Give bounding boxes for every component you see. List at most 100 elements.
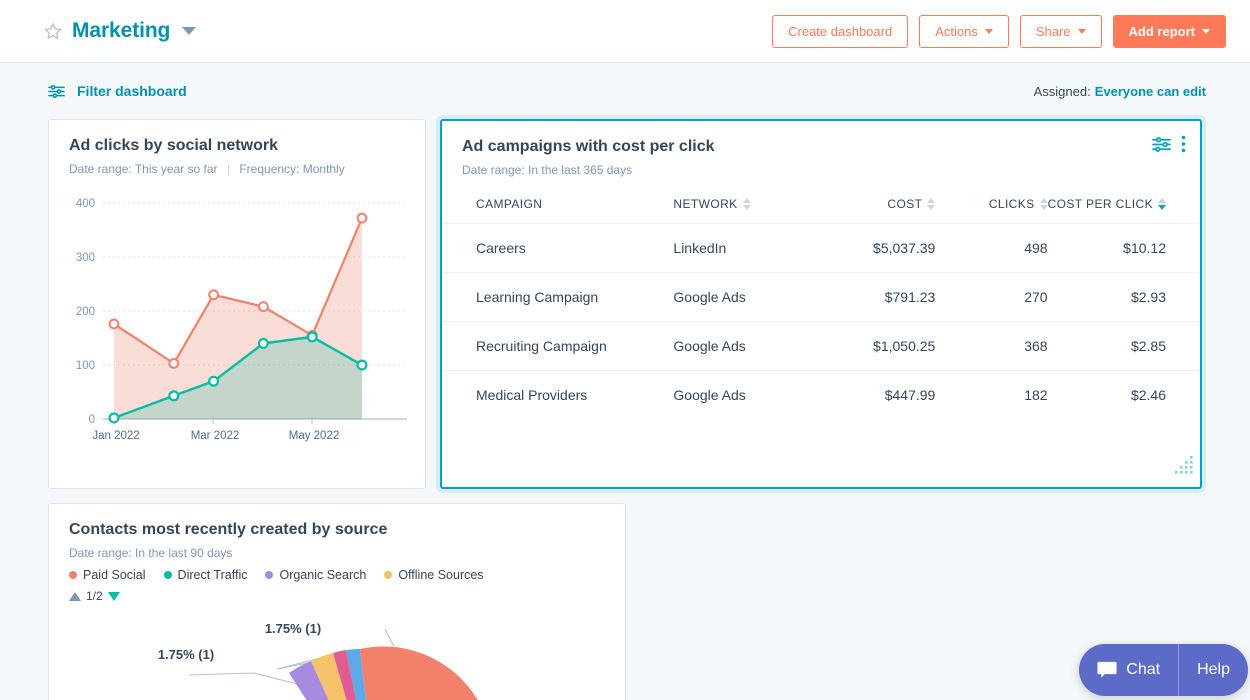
- svg-text:Jan 2022: Jan 2022: [92, 430, 139, 442]
- legend-label: Organic Search: [279, 568, 367, 582]
- cell-network: Google Ads: [673, 387, 746, 403]
- column-label: COST PER CLICK: [1047, 197, 1153, 211]
- pie-slice-paid-social: [360, 646, 478, 700]
- x-axis-labels: Jan 2022 Mar 2022 May 2022: [92, 430, 339, 442]
- table-row[interactable]: Medical Providers Google Ads $447.99 182…: [442, 371, 1200, 420]
- actions-button[interactable]: Actions: [919, 14, 1009, 48]
- card-toolbar: [1152, 135, 1186, 158]
- svg-text:100: 100: [76, 360, 95, 372]
- pie-slices: [289, 646, 478, 700]
- cell-network: Google Ads: [673, 321, 816, 371]
- add-report-label: Add report: [1128, 23, 1195, 39]
- legend-page-indicator: 1/2: [86, 589, 103, 603]
- star-outline-icon[interactable]: [44, 22, 62, 40]
- share-label: Share: [1035, 23, 1071, 39]
- legend-pagination: 1/2: [69, 589, 605, 603]
- card-title: Contacts most recently created by source: [69, 521, 388, 538]
- cell-clicks: 270: [935, 272, 1048, 322]
- svg-text:0: 0: [89, 414, 95, 426]
- card-header: Ad campaigns with cost per click Date ra…: [442, 121, 1200, 177]
- dashboard-title-group[interactable]: Marketing: [44, 19, 197, 43]
- chat-widget[interactable]: Chat Help: [1079, 644, 1248, 696]
- filter-bar: Filter dashboard Assigned: Everyone can e…: [24, 63, 1226, 119]
- legend-label: Direct Traffic: [177, 568, 248, 582]
- chevron-down-icon: [1077, 28, 1086, 34]
- header-actions: Create dashboard Actions Share Add repor…: [772, 14, 1226, 48]
- kebab-menu-icon[interactable]: [1181, 135, 1186, 158]
- actions-label: Actions: [935, 23, 978, 39]
- chart-legend: Paid Social Direct Traffic Organic Searc…: [69, 568, 605, 582]
- assigned-info: Assigned: Everyone can edit: [1034, 84, 1206, 99]
- column-label: CAMPAIGN: [476, 197, 543, 211]
- share-button[interactable]: Share: [1019, 14, 1102, 48]
- cell-cost-per-click: $10.12: [1047, 223, 1200, 273]
- frequency-label: Frequency: Monthly: [239, 162, 345, 176]
- chat-bubble-icon: [1097, 661, 1117, 679]
- triangle-down-icon[interactable]: [107, 591, 120, 601]
- pie-label: 1.75% (1): [265, 621, 321, 636]
- card-subtitle: Date range: In the last 365 days: [462, 163, 1180, 177]
- cell-network: Google Ads: [673, 272, 816, 322]
- svg-text:200: 200: [76, 306, 95, 318]
- sort-arrows-icon[interactable]: [927, 198, 936, 210]
- card-header: Contacts most recently created by source…: [49, 504, 625, 603]
- card-grid: Ad clicks by social network Date range: …: [24, 119, 1226, 700]
- legend-item-organic-search[interactable]: Organic Search: [265, 568, 366, 582]
- y-axis-ticks: 400 300 200 100 0: [76, 198, 95, 426]
- create-dashboard-button[interactable]: Create dashboard: [772, 14, 909, 48]
- cell-cost: $1,050.25: [815, 321, 936, 371]
- cell-clicks: 182: [1024, 387, 1048, 403]
- table-row[interactable]: Recruiting Campaign Google Ads $1,050.25…: [442, 321, 1200, 371]
- line-chart-svg: 400 300 200 100 0 Jan 2022 Mar 2022 May …: [76, 198, 407, 442]
- add-report-button[interactable]: Add report: [1112, 14, 1226, 48]
- ad-campaigns-table: CAMPAIGN NETWORK COST CLICKS COST PER CL…: [442, 191, 1200, 419]
- sort-arrows-icon[interactable]: [742, 198, 751, 210]
- table-row[interactable]: Careers LinkedIn $5,037.39 498 $10.12: [442, 223, 1200, 273]
- card-title: Ad campaigns with cost per click: [462, 138, 715, 155]
- date-range-label: Date range: In the last 90 days: [69, 546, 233, 560]
- sliders-icon[interactable]: [1152, 136, 1171, 158]
- legend-color-swatch: [384, 571, 393, 579]
- table-header: CAMPAIGN NETWORK COST CLICKS COST PER CL…: [442, 191, 1200, 224]
- page-title: Marketing: [72, 19, 171, 42]
- card-subtitle: Date range: This year so far | Frequency…: [69, 162, 405, 176]
- cell-cost-per-click: $2.93: [1047, 272, 1200, 322]
- card-subtitle: Date range: In the last 90 days: [69, 546, 605, 560]
- table-row[interactable]: Learning Campaign Google Ads $791.23 270…: [442, 272, 1200, 322]
- column-label: NETWORK: [673, 197, 738, 211]
- column-header-clicks[interactable]: CLICKS: [935, 191, 1048, 224]
- chat-button[interactable]: Chat: [1079, 644, 1178, 696]
- sort-arrows-icon[interactable]: [1039, 198, 1048, 210]
- legend-item-offline-sources[interactable]: Offline Sources: [384, 568, 484, 582]
- chevron-down-icon: [1202, 28, 1210, 34]
- legend-label: Paid Social: [83, 568, 146, 582]
- top-bar: Marketing Create dashboard Actions Share…: [0, 0, 1250, 63]
- chevron-down-icon: [984, 28, 993, 34]
- assigned-value-link[interactable]: Everyone can edit: [1095, 84, 1206, 99]
- column-header-cost-per-click[interactable]: COST PER CLICK: [1047, 191, 1200, 224]
- cell-cost: $5,037.39: [815, 223, 936, 273]
- card-header: Ad clicks by social network Date range: …: [49, 120, 425, 176]
- sort-arrows-icon-active[interactable]: [1158, 198, 1166, 210]
- cell-clicks: 368: [935, 321, 1048, 371]
- triangle-up-icon[interactable]: [69, 591, 81, 601]
- cell-network: LinkedIn: [673, 223, 816, 273]
- legend-item-direct-traffic[interactable]: Direct Traffic: [163, 568, 248, 582]
- card-ad-clicks-by-social-network[interactable]: Ad clicks by social network Date range: …: [48, 119, 426, 489]
- card-ad-campaigns-with-cost-per-click[interactable]: Ad campaigns with cost per click Date ra…: [440, 119, 1202, 489]
- help-button[interactable]: Help: [1178, 644, 1248, 696]
- card-contacts-most-recently-created-by-source[interactable]: Contacts most recently created by source…: [48, 503, 626, 700]
- filter-dashboard-button[interactable]: Filter dashboard: [48, 83, 187, 99]
- line-chart: 400 300 200 100 0 Jan 2022 Mar 2022 May …: [49, 176, 425, 461]
- legend-label: Offline Sources: [398, 568, 484, 582]
- resize-grip-icon[interactable]: [1170, 452, 1196, 483]
- pie-chart-svg: 1.75% (1) 1.75% (1): [158, 621, 478, 700]
- column-header-network[interactable]: NETWORK: [673, 191, 816, 224]
- column-label: COST: [887, 197, 923, 211]
- cell-cost-per-click: $2.85: [1047, 321, 1200, 371]
- legend-item-paid-social[interactable]: Paid Social: [69, 568, 146, 582]
- chevron-down-icon[interactable]: [182, 27, 197, 35]
- column-header-cost[interactable]: COST: [815, 191, 936, 224]
- help-label: Help: [1197, 661, 1230, 678]
- column-header-campaign[interactable]: CAMPAIGN: [442, 191, 674, 224]
